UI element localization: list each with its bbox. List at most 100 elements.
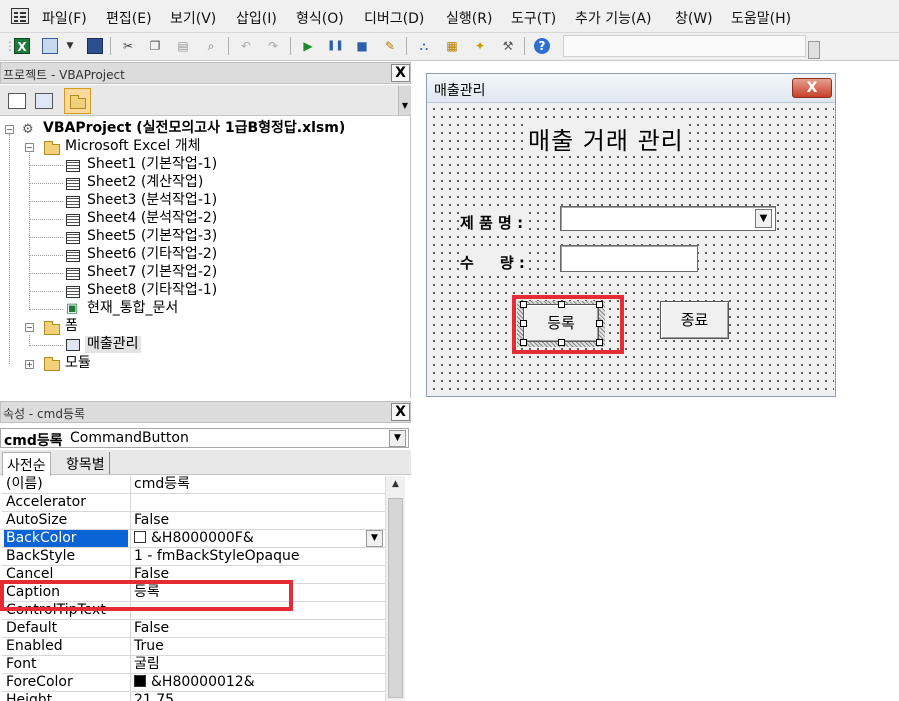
product-label: 제 품 명 : xyxy=(460,212,524,233)
menu-run[interactable]: 실행(R) xyxy=(446,8,492,28)
product-combobox[interactable]: ▼ xyxy=(560,206,776,231)
folder-icon xyxy=(44,357,60,371)
object-selector[interactable]: cmd등록 CommandButton ▼ xyxy=(0,428,409,449)
tree-sheet-7[interactable]: Sheet7 (기본작업-2) xyxy=(87,264,217,281)
tree-form-sales[interactable]: 매출관리 xyxy=(85,336,141,353)
tree-sheet-1[interactable]: Sheet1 (기본작업-1) xyxy=(87,156,217,173)
chevron-down-icon[interactable]: ▼ xyxy=(389,430,406,447)
dropdown-arrow-icon[interactable]: ▼ xyxy=(62,38,78,54)
save-icon[interactable] xyxy=(87,38,103,54)
tree-workbook[interactable]: 현재_통합_문서 xyxy=(87,300,178,317)
userform-titlebar: 매출관리 X xyxy=(427,74,835,103)
undo-icon[interactable]: ↶ xyxy=(238,38,254,54)
standard-toolbar: ⋮ X ▼ ✂ ❐ ▤ ⌕ ↶ ↷ ▶ ❚❚ ■ ✎ ⛬ ▦ ✦ ⚒ ? xyxy=(0,33,899,61)
userform-close-icon[interactable]: X xyxy=(792,78,832,98)
break-icon[interactable]: ❚❚ xyxy=(327,38,344,54)
prop-row-default[interactable]: Default False xyxy=(2,620,385,638)
chevron-down-icon[interactable]: ▼ xyxy=(366,530,383,547)
prop-row-forecolor[interactable]: ForeColor &H80000012& xyxy=(2,674,385,692)
prop-row-backcolor[interactable]: BackColor &H8000000F& ▼ xyxy=(2,530,385,548)
prop-row-height[interactable]: Height 21.75 xyxy=(2,692,385,701)
scroll-up-icon[interactable]: ▲ xyxy=(388,479,403,493)
project-explorer-icon[interactable]: ⛬ xyxy=(416,38,432,54)
folder-icon xyxy=(70,95,86,109)
forecolor-swatch xyxy=(134,675,146,687)
exit-button[interactable]: 종료 xyxy=(660,301,729,339)
excel-icon[interactable]: X xyxy=(14,38,30,54)
worksheet-icon xyxy=(66,160,80,172)
vbe-app-icon[interactable] xyxy=(11,8,29,24)
project-toolbar-overflow-icon[interactable]: ▼ xyxy=(398,86,411,115)
tree-forms-folder[interactable]: 폼 xyxy=(65,318,78,335)
collapse-forms-icon[interactable]: − xyxy=(25,323,34,332)
properties-scrollbar[interactable]: ▲ xyxy=(385,476,405,701)
menu-format[interactable]: 형식(O) xyxy=(296,8,344,28)
help-icon[interactable]: ? xyxy=(534,38,550,54)
tree-sheet-6[interactable]: Sheet6 (기타작업-2) xyxy=(87,246,217,263)
tree-modules-folder[interactable]: 모듈 xyxy=(65,355,91,372)
menu-file[interactable]: 파일(F) xyxy=(42,8,87,28)
toolbox-icon[interactable]: ⚒ xyxy=(500,38,516,54)
reset-icon[interactable]: ■ xyxy=(354,38,370,54)
menu-help[interactable]: 도움말(H) xyxy=(731,8,791,28)
redo-icon[interactable]: ↷ xyxy=(265,38,281,54)
run-icon[interactable]: ▶ xyxy=(300,38,316,54)
menu-bar: 파일(F) 편집(E) 보기(V) 삽입(I) 형식(O) 디버그(D) 실행(… xyxy=(0,0,899,33)
object-browser-icon[interactable]: ✦ xyxy=(472,38,488,54)
tree-sheet-4[interactable]: Sheet4 (분석작업-2) xyxy=(87,210,217,227)
toggle-folders-button[interactable] xyxy=(64,88,91,114)
object-selector-type: CommandButton xyxy=(70,430,189,446)
view-object-icon[interactable] xyxy=(35,93,53,109)
register-button-highlight-box xyxy=(512,295,624,354)
worksheet-icon xyxy=(66,214,80,226)
prop-row-enabled[interactable]: Enabled True xyxy=(2,638,385,656)
prop-row-name[interactable]: (이름) cmd등록 xyxy=(2,476,385,494)
cut-icon[interactable]: ✂ xyxy=(120,38,136,54)
menu-insert[interactable]: 삽입(I) xyxy=(236,8,277,28)
menu-tools[interactable]: 도구(T) xyxy=(511,8,556,28)
caption-highlight-box xyxy=(0,580,293,611)
userform-icon xyxy=(66,339,80,351)
tree-sheet-5[interactable]: Sheet5 (기본작업-3) xyxy=(87,228,217,245)
prop-row-backstyle[interactable]: BackStyle 1 - fmBackStyleOpaque xyxy=(2,548,385,566)
find-icon[interactable]: ⌕ xyxy=(203,38,219,54)
toolbar-grip-icon[interactable]: ⋮ xyxy=(4,38,16,54)
workbook-icon: ▣ xyxy=(66,301,79,316)
view-code-icon[interactable] xyxy=(8,93,26,109)
tab-categorized[interactable]: 항목별 xyxy=(62,452,110,474)
tree-sheet-3[interactable]: Sheet3 (분석작업-1) xyxy=(87,192,217,209)
project-toolbar: ▼ xyxy=(0,85,411,116)
collapse-excel-objects-icon[interactable]: − xyxy=(25,143,34,152)
tree-sheet-8[interactable]: Sheet8 (기타작업-1) xyxy=(87,282,217,299)
tree-sheet-2[interactable]: Sheet2 (계산작업) xyxy=(87,174,203,191)
collapse-root-icon[interactable]: − xyxy=(5,125,14,134)
toolbar-overflow-icon[interactable] xyxy=(808,41,820,59)
scroll-thumb[interactable] xyxy=(388,498,403,698)
project-panel-close-icon[interactable]: X xyxy=(391,64,410,82)
project-panel-title: 프로젝트 - VBAProject xyxy=(0,62,411,84)
menu-edit[interactable]: 편집(E) xyxy=(106,8,152,28)
userform-title: 매출관리 xyxy=(434,83,486,99)
chevron-down-icon[interactable]: ▼ xyxy=(755,209,772,228)
tab-alphabetic[interactable]: 사전순 xyxy=(2,452,51,476)
tree-excel-objects-folder[interactable]: Microsoft Excel 개체 xyxy=(65,138,200,155)
expand-modules-icon[interactable]: + xyxy=(25,360,34,369)
worksheet-icon xyxy=(66,286,80,298)
prop-row-font[interactable]: Font 굴림 xyxy=(2,656,385,674)
worksheet-icon xyxy=(66,268,80,280)
prop-row-accelerator[interactable]: Accelerator xyxy=(2,494,385,512)
prop-row-autosize[interactable]: AutoSize False xyxy=(2,512,385,530)
properties-icon[interactable]: ▦ xyxy=(444,38,460,54)
properties-panel-close-icon[interactable]: X xyxy=(391,403,410,421)
design-mode-icon[interactable]: ✎ xyxy=(382,38,398,54)
menu-view[interactable]: 보기(V) xyxy=(170,8,216,28)
insert-userform-icon[interactable] xyxy=(42,38,58,54)
menu-window[interactable]: 창(W) xyxy=(675,8,713,28)
paste-icon[interactable]: ▤ xyxy=(175,38,191,54)
menu-addins[interactable]: 추가 기능(A) xyxy=(575,8,651,28)
menu-debug[interactable]: 디버그(D) xyxy=(364,8,424,28)
tree-root-project[interactable]: VBAProject (실전모의고사 1급B형정답.xlsm) xyxy=(43,120,345,137)
userform-body[interactable]: 매출 거래 관리 제 품 명 : ▼ 수 량 : 등록 종료 xyxy=(428,103,834,396)
quantity-textbox[interactable] xyxy=(560,245,698,272)
copy-icon[interactable]: ❐ xyxy=(147,38,163,54)
